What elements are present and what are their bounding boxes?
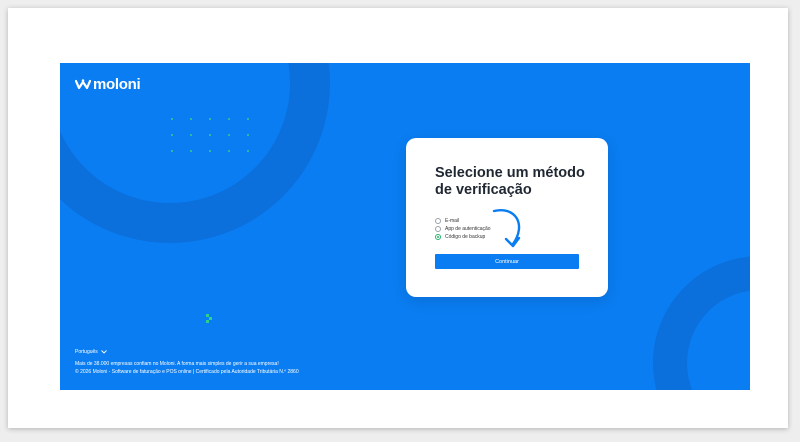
card-title: Selecione um método de verificação	[435, 165, 605, 199]
footer-copyright: © 2026 Moloni - Software de faturação e …	[75, 369, 299, 375]
login-background: moloni Selecione um método de verificaçã…	[60, 63, 750, 390]
moloni-logo-icon	[75, 79, 91, 90]
curved-arrow-icon	[492, 208, 521, 248]
card-title-line-1: Selecione um método	[435, 165, 585, 181]
card-title-line-2: de verificação	[435, 182, 532, 198]
language-label: Português	[75, 349, 98, 355]
email-label: E-mail	[445, 218, 460, 224]
backup-code-radio[interactable]	[435, 234, 441, 240]
decor-ring-bottom	[653, 256, 750, 390]
continue-button[interactable]: Continuar	[435, 254, 579, 269]
backup-code-label: Código de backup	[445, 234, 486, 240]
verification-options: E-mail App de autenticação Código de bac…	[435, 217, 491, 241]
dot-grid	[171, 118, 249, 152]
email-radio[interactable]	[435, 218, 441, 224]
option-backup-code[interactable]: Código de backup	[435, 233, 491, 241]
footer-tagline: Mais de 38.000 empresas confiam no Molon…	[75, 361, 279, 367]
moloni-logo[interactable]: moloni	[75, 76, 141, 93]
language-selector[interactable]: Português	[75, 349, 107, 355]
screenshot-frame: moloni Selecione um método de verificaçã…	[8, 8, 788, 428]
background-decoration	[60, 63, 750, 390]
authenticator-app-radio[interactable]	[435, 226, 441, 232]
option-authenticator-app[interactable]: App de autenticação	[435, 225, 491, 233]
verification-method-card: Selecione um método de verificação E-mai…	[406, 138, 608, 297]
option-email[interactable]: E-mail	[435, 217, 491, 225]
authenticator-app-label: App de autenticação	[445, 226, 491, 232]
chevron-down-icon	[100, 350, 107, 354]
small-decor-mark	[206, 314, 212, 323]
logo-wordmark: moloni	[93, 76, 141, 93]
